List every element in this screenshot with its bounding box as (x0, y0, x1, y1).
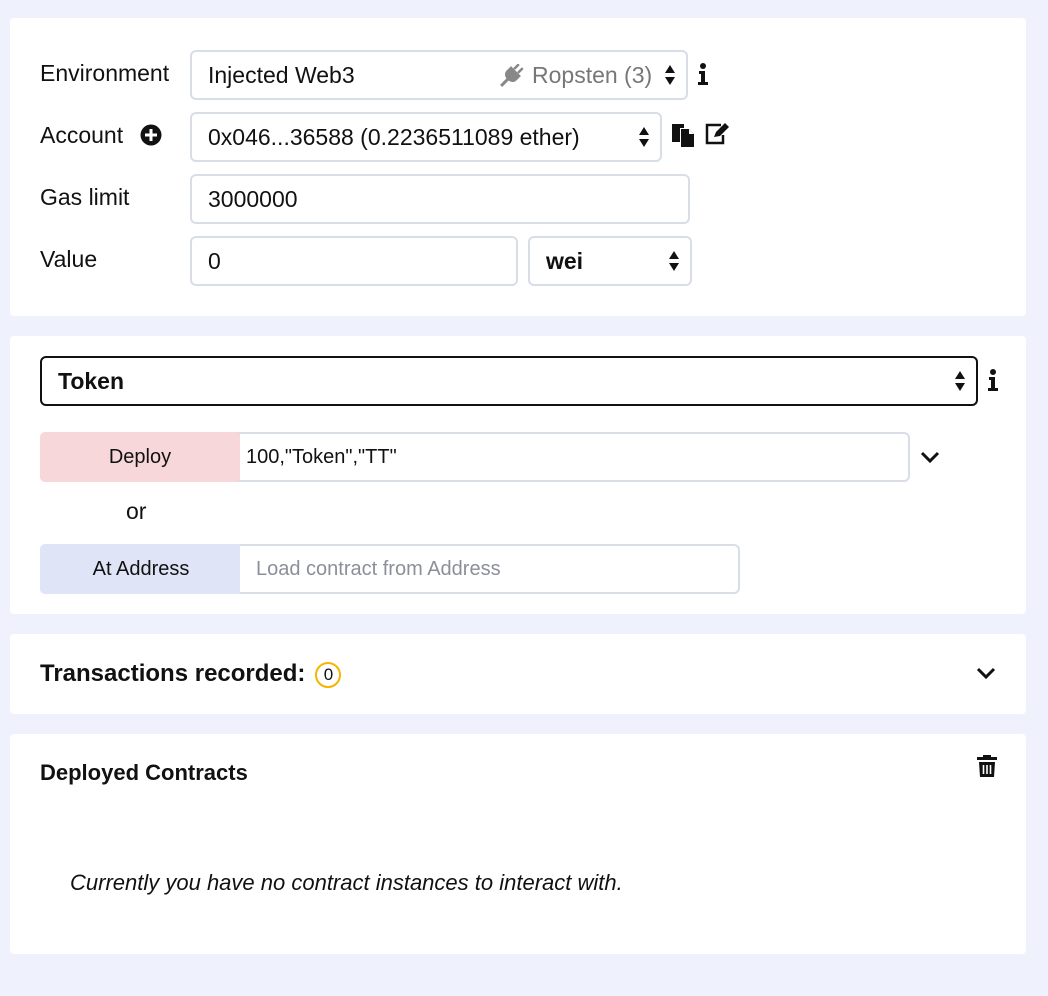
select-arrows-icon (664, 64, 676, 86)
contract-select[interactable]: Token (40, 356, 978, 406)
at-address-input[interactable]: Load contract from Address (240, 544, 740, 594)
gas-limit-value: 3000000 (208, 185, 298, 212)
value-unit-select[interactable]: wei (528, 236, 692, 286)
deploy-panel: Token Deploy 100,"Token","TT" or At Addr… (10, 336, 1026, 614)
account-label: Account (40, 122, 124, 148)
trash-icon[interactable] (976, 754, 998, 778)
environment-label: Environment (40, 60, 170, 86)
deployed-contracts-panel: Deployed Contracts Currently you have no… (10, 734, 1026, 954)
value-input[interactable]: 0 (190, 236, 518, 286)
edit-icon[interactable] (704, 122, 730, 146)
environment-select[interactable]: Injected Web3 Ropsten (3) (190, 50, 688, 100)
transactions-count-badge: 0 (315, 661, 342, 688)
value-unit: wei (546, 247, 584, 274)
value-amount: 0 (208, 247, 221, 274)
chevron-down-icon[interactable] (920, 450, 940, 464)
environment-value: Injected Web3 (208, 61, 355, 88)
select-arrows-icon (954, 370, 966, 392)
constructor-args-value: 100,"Token","TT" (246, 445, 397, 468)
constructor-args-input[interactable]: 100,"Token","TT" (238, 432, 910, 482)
chevron-down-icon[interactable] (976, 666, 996, 680)
copy-icon[interactable] (670, 122, 696, 148)
or-separator: or (126, 498, 147, 524)
plug-icon (498, 64, 524, 88)
transactions-panel[interactable]: Transactions recorded: 0 (10, 634, 1026, 714)
network-name: Ropsten (3) (532, 61, 653, 88)
value-label: Value (40, 246, 98, 272)
at-address-button[interactable]: At Address (40, 544, 242, 594)
environment-info-icon[interactable] (696, 62, 710, 86)
at-address-placeholder: Load contract from Address (256, 557, 501, 580)
transactions-heading: Transactions recorded: 0 (40, 660, 342, 688)
select-arrows-icon (638, 126, 650, 148)
account-select[interactable]: 0x046...36588 (0.2236511089 ether) (190, 112, 662, 162)
no-contracts-message: Currently you have no contract instances… (70, 870, 623, 895)
transactions-title: Transactions recorded: (40, 660, 306, 687)
select-arrows-icon (668, 250, 680, 272)
contract-name: Token (58, 367, 125, 394)
gas-limit-label: Gas limit (40, 184, 130, 210)
deployed-contracts-title: Deployed Contracts (40, 760, 248, 785)
contract-info-icon[interactable] (986, 368, 1000, 392)
account-value: 0x046...36588 (0.2236511089 ether) (208, 123, 580, 150)
run-settings-panel: Environment Injected Web3 Ropsten (3) Ac… (10, 18, 1026, 316)
gas-limit-input[interactable]: 3000000 (190, 174, 690, 224)
deploy-button[interactable]: Deploy (40, 432, 240, 482)
plus-circle-icon[interactable] (140, 124, 162, 146)
